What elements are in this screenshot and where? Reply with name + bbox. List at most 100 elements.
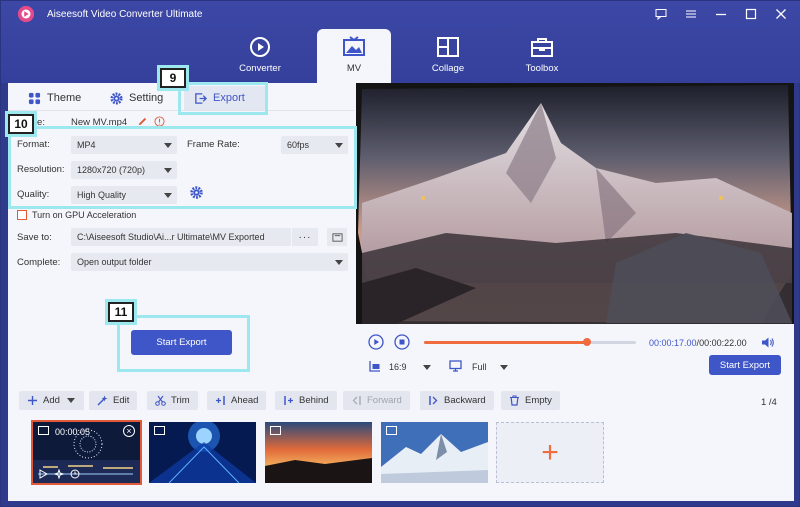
callout-10-badge: 10 [5,111,37,137]
tab-toolbox-label: Toolbox [525,63,559,74]
subtab-setting[interactable]: Setting [110,87,163,109]
trash-icon [510,395,519,406]
clip-thumbnail[interactable] [381,422,488,483]
title-bar: Aiseesoft Video Converter Ultimate Conve… [1,1,800,83]
mountain-preview-image [356,83,794,324]
progress-fill [424,341,588,344]
add-clip-button[interactable]: + [496,422,604,483]
callout-10-highlight [8,126,357,209]
forward-button[interactable]: Forward [343,391,410,410]
progress-handle[interactable] [583,338,592,346]
zoom-mode-value[interactable]: Full [472,362,487,372]
menu-icon[interactable] [683,6,699,22]
play-clip-icon[interactable] [38,469,48,479]
monitor-icon [449,360,462,372]
gpu-acceleration-label: Turn on GPU Acceleration [32,210,137,220]
chevron-down-icon [335,260,343,265]
snow-mountain-thumbnail [381,422,488,483]
callout-9-highlight [178,82,268,115]
complete-label: Complete: [17,257,61,268]
image-badge-icon [154,426,165,435]
sunset-thumbnail [265,422,372,483]
save-to-label: Save to: [17,232,52,243]
backward-icon [429,396,438,405]
tab-mv[interactable]: MV [317,29,391,83]
app-logo-icon [17,5,35,23]
trim-button[interactable]: Trim [147,391,198,410]
play-icon[interactable] [368,334,384,350]
close-icon[interactable] [773,6,789,22]
behind-button[interactable]: Behind [275,391,337,410]
maximize-icon[interactable] [743,6,759,22]
chevron-down-icon[interactable] [423,365,431,370]
complete-action-value: Open output folder [77,257,152,267]
blue-light-thumbnail [149,422,256,483]
clip-thumbnail[interactable]: 00:00:05 × [31,420,142,485]
callout-11-badge: 11 [105,299,137,325]
add-button[interactable]: Add [19,391,84,410]
minimize-icon[interactable] [713,6,729,22]
tab-converter[interactable]: Converter [223,29,297,83]
preview-start-export-button[interactable]: Start Export [709,355,781,375]
add-label: Add [43,395,60,406]
remove-clip-icon[interactable]: × [123,425,135,437]
setting-gear-icon [110,91,123,105]
converter-icon [250,37,270,57]
insert-ahead-icon [216,396,225,405]
chevron-down-icon[interactable] [500,365,508,370]
ahead-label: Ahead [231,395,259,406]
collage-icon [437,37,459,57]
player-controls: 00:00:17.00/00:00:22.00 16:9 Full Start … [356,324,794,385]
insert-behind-icon [284,396,293,405]
empty-button[interactable]: Empty [501,391,560,410]
tab-toolbox[interactable]: Toolbox [505,29,579,83]
backward-label: Backward [444,395,486,406]
folder-icon [331,232,343,242]
clip-thumbnail[interactable] [149,422,256,483]
image-badge-icon [386,426,397,435]
volume-icon[interactable] [761,336,775,349]
main-nav: Converter MV Collage Toolbox [1,29,800,83]
clock-icon[interactable] [70,469,80,479]
save-path-field[interactable]: C:\Aiseesoft Studio\Ai...r Ultimate\MV E… [71,228,291,246]
trim-label: Trim [171,395,190,406]
feedback-icon[interactable] [653,6,669,22]
tab-converter-label: Converter [239,63,281,74]
aspect-ratio-value[interactable]: 16:9 [389,362,407,372]
scissors-icon [155,395,166,406]
tab-mv-label: MV [346,63,362,74]
stop-icon[interactable] [394,334,410,350]
subtab-setting-label: Setting [129,92,164,104]
app-window: Aiseesoft Video Converter Ultimate Conve… [0,0,800,507]
forward-icon [352,396,361,405]
forward-label: Forward [367,395,402,406]
ahead-button[interactable]: Ahead [207,391,267,410]
tab-collage[interactable]: Collage [411,29,485,83]
edit-button[interactable]: Edit [89,391,138,410]
video-preview[interactable] [356,83,794,324]
behind-label: Behind [299,395,329,406]
clip-duration: 00:00:05 [55,427,91,437]
current-time: 00:00:17.00 [649,338,697,348]
complete-action-select[interactable]: Open output folder [71,253,348,271]
edit-clip-icon[interactable] [54,469,64,479]
magic-wand-icon [97,395,108,406]
image-badge-icon [270,426,281,435]
chevron-down-icon [66,398,75,403]
callout-11-highlight [117,315,250,372]
gpu-acceleration-checkbox[interactable] [17,210,27,220]
mv-workspace: Theme Setting Export Name [5,65,794,385]
callout-9-badge: 9 [157,65,189,91]
preview-panel: 00:00:17.00/00:00:22.00 16:9 Full Start … [356,83,794,385]
backward-button[interactable]: Backward [420,391,494,410]
clip-timeline: 00:00:05 × + [8,417,794,501]
clip-thumbnail[interactable] [265,422,372,483]
clip-toolbar: Add Edit Trim Ahead Behind Forward Backw… [8,385,794,417]
subtab-theme-label: Theme [47,92,82,104]
plus-icon [28,396,37,405]
image-badge-icon [38,426,49,435]
browse-button[interactable]: ··· [292,228,318,246]
open-folder-button[interactable] [327,228,347,246]
save-path-value: C:\Aiseesoft Studio\Ai...r Ultimate\MV E… [77,232,265,242]
subtab-theme[interactable]: Theme [28,87,81,109]
